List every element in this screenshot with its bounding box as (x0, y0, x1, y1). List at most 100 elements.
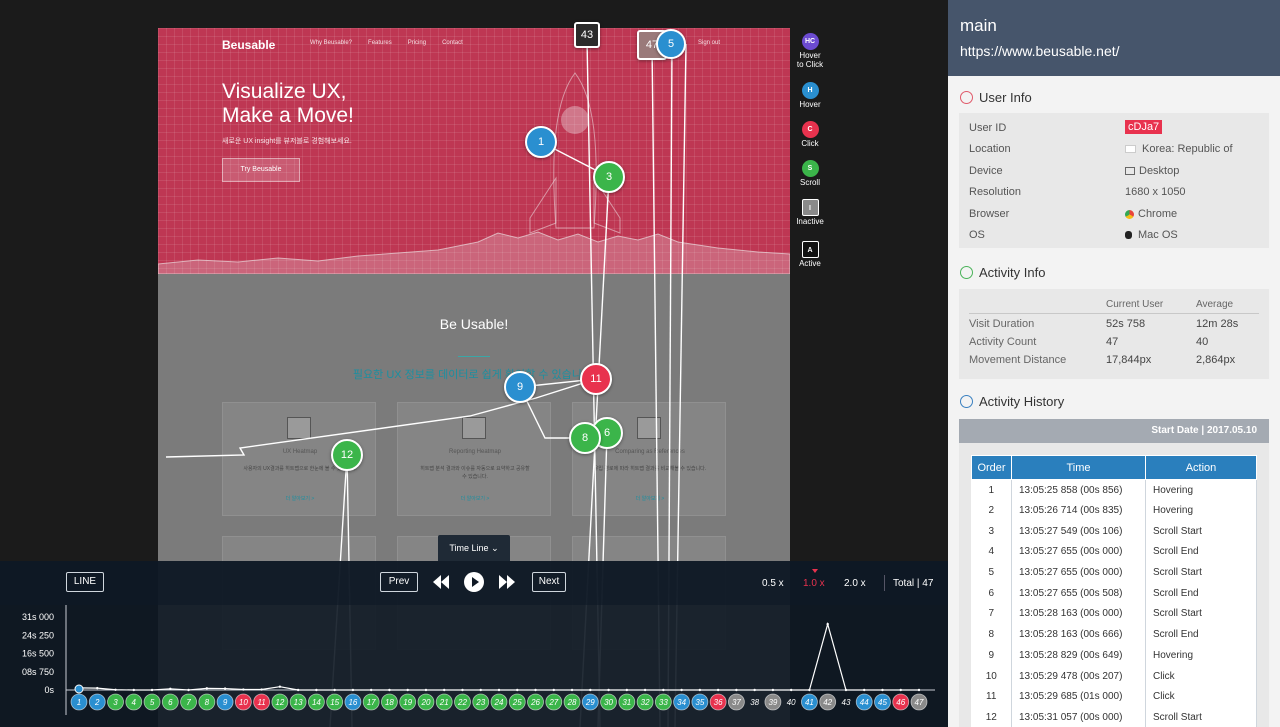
page-url: https://www.beusable.net/ (960, 43, 1120, 59)
nav-link[interactable]: Why Beusable? (310, 40, 352, 46)
legend-swatch: C (801, 121, 819, 138)
data-point (443, 688, 446, 692)
table-cell: 10 (971, 665, 1012, 687)
data-point (735, 688, 738, 692)
table-cell: 13:05:27 549 (00s 106) (1011, 520, 1146, 542)
history-table-wrap: Order Time Action 1 13:05:25 858 (00s 856… (959, 443, 1269, 727)
data-point (351, 688, 355, 692)
hero-section: Beusable Why Beusable? Features Pricing … (158, 28, 790, 274)
hero-subtitle: 새로운 UX insight를 뷰저블로 경험해보세요. (222, 138, 352, 145)
y-tick-label: 31s 000 (22, 612, 54, 622)
skip-forward-icon[interactable] (498, 574, 516, 590)
activity-marker[interactable]: 12 (331, 439, 363, 471)
legend-label: Click (801, 139, 819, 148)
table-row[interactable]: 9 13:05:28 829 (00s 649) Hovering (971, 645, 1257, 666)
metric-label: Activity Count (969, 336, 1037, 348)
data-point (826, 622, 829, 626)
timeline-marker-label: 15 (330, 698, 339, 707)
data-point (242, 688, 245, 691)
table-cell: Hovering (1145, 479, 1257, 501)
column-header: Average (1196, 299, 1234, 310)
nav-link[interactable]: Pricing (408, 40, 426, 46)
table-cell: Scroll End (1145, 582, 1257, 604)
history-table: Order Time Action 1 13:05:25 858 (00s 856… (971, 455, 1257, 727)
data-point (205, 687, 209, 690)
data-point (223, 687, 227, 690)
prev-button[interactable]: Prev (380, 572, 418, 592)
timeline-marker-label: 44 (860, 698, 869, 707)
timeline-toggle-label: Time Line (449, 543, 489, 553)
timeline-marker-label: 5 (150, 698, 155, 707)
nav-link[interactable]: Features (368, 40, 392, 46)
legend-label: Active (799, 259, 821, 268)
speed-2.0-option[interactable]: 2.0 x (844, 578, 866, 589)
chevron-down-icon: ⌄ (491, 543, 499, 553)
table-row[interactable]: 4 13:05:27 655 (00s 000) Scroll End (971, 541, 1257, 563)
column-header: Time (1011, 455, 1146, 480)
site-nav: Why Beusable? Features Pricing Contact (310, 40, 463, 46)
metric-current: 47 (1106, 336, 1119, 348)
os-value: Mac OS (1138, 229, 1178, 241)
data-point (552, 688, 555, 692)
timeline-toggle[interactable]: Time Line ⌄ (438, 535, 510, 561)
data-point (479, 688, 482, 692)
card-more-link[interactable]: 더 알아보기 > (398, 495, 552, 502)
activity-marker[interactable]: 9 (504, 371, 536, 403)
activity-marker[interactable]: 5 (656, 29, 686, 59)
line-toggle-button[interactable]: LINE (66, 572, 104, 592)
feature-card[interactable]: Reporting Heatmap 히트맵 분석 결과와 이슈를 자동으로 요약… (397, 402, 551, 516)
feature-card[interactable]: Comparing as References 유입 경로에 따라 히트맵 결과… (572, 402, 726, 516)
try-beusable-button[interactable]: Try Beusable (222, 158, 300, 182)
play-icon[interactable] (464, 572, 484, 592)
table-cell: 13:05:27 655 (00s 000) (1011, 562, 1146, 583)
card-more-link[interactable]: 더 알아보기 > (573, 495, 727, 502)
activity-marker[interactable]: 43 (574, 22, 600, 48)
y-tick-label: 08s 750 (22, 667, 54, 677)
legend-label: Scroll (799, 178, 820, 187)
speed-0.5-option[interactable]: 0.5 x (762, 578, 784, 589)
data-point (716, 688, 720, 692)
speed-indicator-icon (812, 569, 818, 573)
timeline-marker-label: 29 (585, 698, 595, 707)
playhead-handle[interactable] (74, 684, 84, 694)
table-row[interactable]: 12 13:05:31 057 (00s 000) Scroll Start (971, 707, 1257, 727)
table-row[interactable]: 7 13:05:28 163 (00s 000) Scroll Start (971, 603, 1257, 625)
table-row[interactable]: 5 13:05:27 655 (00s 000) Scroll Start (971, 562, 1257, 583)
desktop-icon (1125, 167, 1135, 176)
data-point (753, 688, 756, 692)
table-cell: 13:05:31 057 (00s 000) (1011, 707, 1146, 727)
table-row[interactable]: 6 13:05:27 655 (00s 508) Scroll End (971, 582, 1257, 604)
user-info-heading: User Info (960, 90, 1032, 105)
table-row[interactable]: 11 13:05:29 685 (01s 000) Click (971, 686, 1257, 708)
next-button[interactable]: Next (532, 572, 566, 592)
data-point (424, 688, 428, 692)
table-row[interactable]: 8 13:05:28 163 (00s 666) Scroll End (971, 624, 1257, 645)
speed-1.0-option[interactable]: 1.0 x (803, 578, 825, 589)
skip-back-icon[interactable] (432, 574, 450, 590)
nav-link[interactable]: Contact (442, 40, 463, 46)
activity-marker[interactable]: 8 (569, 422, 601, 454)
data-point (534, 688, 537, 692)
timeline-marker-label: 7 (186, 698, 191, 707)
table-row[interactable]: 3 13:05:27 549 (00s 106) Scroll Start (971, 520, 1257, 542)
data-point (187, 688, 190, 692)
data-point (570, 688, 574, 692)
series-line (78, 621, 919, 691)
divider (458, 356, 490, 357)
table-row[interactable]: 2 13:05:26 714 (00s 835) Hovering (971, 500, 1257, 521)
activity-marker[interactable]: 11 (580, 363, 612, 395)
table-row[interactable]: 1 13:05:25 858 (00s 856) Hovering (971, 479, 1257, 501)
table-cell: Hovering (1145, 500, 1257, 521)
activity-marker[interactable]: 3 (593, 161, 625, 193)
table-cell: 13:05:28 163 (00s 666) (1011, 624, 1146, 645)
table-row[interactable]: 10 13:05:29 478 (00s 207) Click (971, 665, 1257, 687)
timeline-marker-label: 16 (348, 698, 357, 707)
card-more-link[interactable]: 더 알아보기 > (223, 495, 377, 502)
signout-link[interactable]: Sign out (698, 40, 720, 46)
section-label: Activity Info (979, 265, 1046, 280)
timeline-marker-label: 10 (239, 698, 248, 707)
legend-item-active: A Active (794, 241, 826, 268)
site-logo[interactable]: Beusable (222, 38, 275, 52)
timeline-marker-label: 25 (512, 698, 522, 707)
activity-marker[interactable]: 1 (525, 126, 557, 158)
